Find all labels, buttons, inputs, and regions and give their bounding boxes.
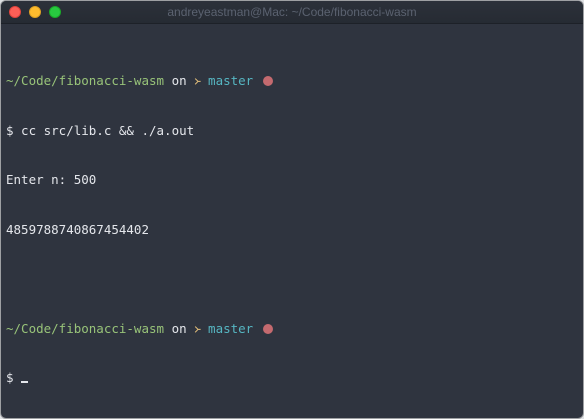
terminal-content[interactable]: ~/Code/fibonacci-wasm on ᚛ master $ cc s…	[1, 24, 583, 418]
prompt-path: ~/Code/fibonacci-wasm	[6, 73, 165, 88]
git-branch-name: master	[208, 73, 254, 88]
window-title: andreyeastman@Mac: ~/Code/fibonacci-wasm	[167, 5, 417, 19]
command-line: $ cc src/lib.c && ./a.out	[6, 122, 195, 138]
prompt-line: ~/Code/fibonacci-wasm on ᚛ master	[6, 73, 583, 90]
prompt-path: ~/Code/fibonacci-wasm	[6, 320, 165, 336]
git-branch-icon: ᚛	[194, 320, 201, 336]
git-dirty-indicator-icon	[262, 323, 273, 334]
git-branch-icon: ᚛	[194, 73, 201, 88]
prompt-on-label: on	[171, 320, 187, 336]
git-branch-name: master	[208, 320, 254, 336]
terminal-window: andreyeastman@Mac: ~/Code/fibonacci-wasm…	[0, 0, 584, 419]
prompt-on-label: on	[171, 73, 187, 88]
close-window-button[interactable]	[9, 6, 21, 18]
current-input[interactable]: $	[6, 370, 21, 385]
output-line: Enter n: 500	[6, 172, 97, 187]
title-bar[interactable]: andreyeastman@Mac: ~/Code/fibonacci-wasm	[1, 1, 583, 24]
prompt-line: ~/Code/fibonacci-wasm on ᚛ master	[6, 321, 583, 338]
text-cursor	[21, 381, 29, 383]
input-line[interactable]: $	[6, 370, 583, 387]
zoom-window-button[interactable]	[49, 6, 61, 18]
git-dirty-indicator-icon	[262, 76, 273, 86]
minimize-window-button[interactable]	[29, 6, 41, 18]
output-line: 4859788740867454402	[6, 221, 149, 237]
